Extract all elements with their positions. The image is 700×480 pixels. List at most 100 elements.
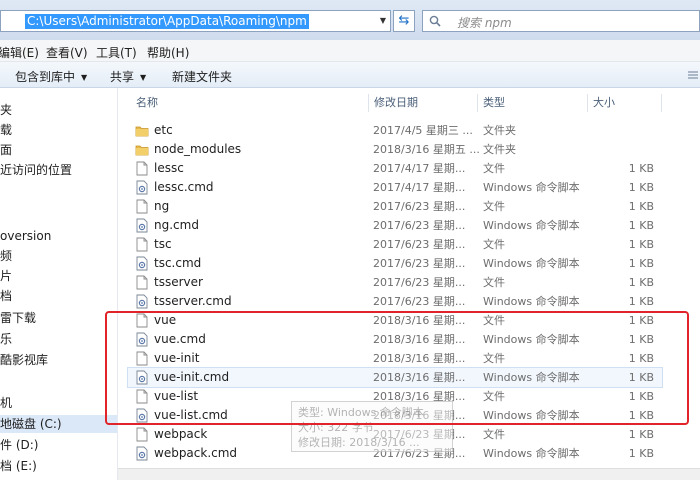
file-type: Windows 命令脚本	[483, 219, 580, 232]
cmd-icon	[135, 294, 149, 309]
file-row[interactable]: tsc.cmd 2017/6/23 星期... Windows 命令脚本 1 KB	[128, 254, 662, 273]
file-icon	[135, 275, 149, 290]
column-header-size[interactable]: 大小	[593, 92, 615, 114]
file-type: 文件	[483, 276, 505, 289]
menu-bar: 编辑(E) 查看(V) 工具(T) 帮助(H)	[0, 40, 700, 62]
nav-item[interactable]: 档	[0, 287, 12, 305]
nav-item[interactable]: 面	[0, 141, 12, 159]
file-size	[598, 142, 654, 157]
file-name: node_modules	[154, 142, 242, 156]
file-size: 1 KB	[628, 200, 654, 213]
refresh-button[interactable]: ⇆	[393, 10, 415, 32]
folder-icon	[135, 123, 149, 138]
column-divider[interactable]	[477, 94, 478, 112]
file-type: 文件	[483, 200, 505, 213]
file-row[interactable]: ng 2017/6/23 星期... 文件 1 KB	[128, 197, 662, 216]
nav-item[interactable]: oversion	[0, 227, 51, 245]
share-button[interactable]: 共享 ▼	[110, 68, 146, 85]
nav-item-drive-e[interactable]: 档 (E:)	[0, 457, 37, 475]
search-placeholder[interactable]: 搜索 npm	[457, 14, 512, 31]
file-name: lessc.cmd	[154, 180, 214, 194]
file-row[interactable]: etc 2017/4/5 星期三 ... 文件夹	[128, 121, 662, 140]
nav-item[interactable]: 载	[0, 121, 12, 139]
cmd-icon	[135, 180, 149, 195]
file-name: webpack	[154, 427, 208, 441]
file-name: ng.cmd	[154, 218, 199, 232]
file-date: 2017/4/17 星期...	[373, 162, 466, 175]
nav-item[interactable]: 片	[0, 267, 12, 285]
file-date: 2017/4/5 星期三 ...	[373, 124, 473, 137]
chevron-down-icon[interactable]: ▼	[376, 11, 390, 31]
tooltip-date: 修改日期: 2018/3/16 ...	[298, 436, 420, 449]
file-type: 文件	[483, 162, 505, 175]
file-name: ng	[154, 199, 170, 213]
address-path[interactable]: C:\Users\Administrator\AppData\Roaming\n…	[25, 14, 309, 29]
nav-item[interactable]: 乐	[0, 330, 12, 348]
file-icon	[135, 161, 149, 176]
cmd-icon	[135, 256, 149, 271]
file-type: Windows 命令脚本	[483, 181, 580, 194]
file-date: 2017/6/23 星期...	[373, 295, 466, 308]
nav-item-drive-c[interactable]: 地磁盘 (C:)	[0, 415, 117, 433]
file-date: 2017/4/17 星期...	[373, 181, 466, 194]
file-name: tsserver	[154, 275, 203, 289]
column-header-name[interactable]: 名称	[136, 92, 158, 114]
file-size: 1 KB	[628, 276, 654, 289]
file-row[interactable]: ng.cmd 2017/6/23 星期... Windows 命令脚本 1 KB	[128, 216, 662, 235]
menu-view[interactable]: 查看(V)	[46, 44, 88, 61]
file-icon	[135, 427, 149, 442]
search-box[interactable]: 搜索 npm	[422, 10, 700, 32]
highlight-box	[105, 311, 689, 425]
chevron-down-icon: ▼	[81, 73, 88, 82]
menu-help[interactable]: 帮助(H)	[147, 44, 189, 61]
file-date: 2017/6/23 星期...	[373, 219, 466, 232]
file-row[interactable]: lessc.cmd 2017/4/17 星期... Windows 命令脚本 1 KB	[128, 178, 662, 197]
horizontal-scrollbar[interactable]	[118, 468, 700, 480]
file-row[interactable]: tsc 2017/6/23 星期... 文件 1 KB	[128, 235, 662, 254]
navigation-pane[interactable]: 夹 载 面 近访问的位置 oversion 频 片 档 雷下载 乐 酷影视库 机…	[0, 88, 118, 480]
file-date: 2017/6/23 星期...	[373, 276, 466, 289]
file-name: lessc	[154, 161, 184, 175]
cmd-icon	[135, 446, 149, 461]
nav-item[interactable]: 近访问的位置	[0, 161, 72, 179]
column-divider[interactable]	[587, 94, 588, 112]
file-row[interactable]: node_modules 2018/3/16 星期五 ... 文件夹	[128, 140, 662, 159]
file-size: 1 KB	[628, 238, 654, 251]
column-divider[interactable]	[368, 94, 369, 112]
file-size	[598, 123, 654, 138]
nav-item[interactable]: 酷影视库	[0, 351, 48, 369]
include-in-library-button[interactable]: 包含到库中 ▼	[15, 68, 87, 85]
menu-edit[interactable]: 编辑(E)	[0, 44, 39, 61]
file-size: 1 KB	[628, 428, 654, 441]
new-folder-button[interactable]: 新建文件夹	[172, 68, 232, 85]
nav-item[interactable]: 频	[0, 247, 12, 265]
view-options-icon[interactable]	[688, 70, 698, 80]
file-name: tsc	[154, 237, 172, 251]
column-divider[interactable]	[661, 94, 662, 112]
refresh-icon: ⇆	[398, 13, 410, 28]
nav-item[interactable]: 雷下载	[0, 309, 36, 327]
column-header-date[interactable]: 修改日期	[374, 92, 418, 114]
column-header-type[interactable]: 类型	[483, 92, 505, 114]
file-row[interactable]: tsserver 2017/6/23 星期... 文件 1 KB	[128, 273, 662, 292]
search-icon	[429, 15, 441, 27]
share-label: 共享	[110, 70, 135, 84]
file-icon	[135, 237, 149, 252]
file-date: 2017/6/23 星期...	[373, 238, 466, 251]
address-bar[interactable]: C:\Users\Administrator\AppData\Roaming\n…	[0, 10, 391, 32]
nav-item[interactable]: 夹	[0, 101, 12, 119]
menu-tools[interactable]: 工具(T)	[96, 44, 137, 61]
file-row[interactable]: tsserver.cmd 2017/6/23 星期... Windows 命令脚本 1…	[128, 292, 662, 311]
file-type: Windows 命令脚本	[483, 295, 580, 308]
nav-item[interactable]: 机	[0, 394, 12, 412]
nav-item-drive-d[interactable]: 件 (D:)	[0, 436, 38, 454]
file-date: 2018/3/16 星期五 ...	[373, 143, 480, 156]
file-type: 文件	[483, 238, 505, 251]
include-in-library-label: 包含到库中	[15, 70, 76, 84]
folder-icon	[135, 142, 149, 157]
file-name: etc	[154, 123, 173, 137]
file-size: 1 KB	[628, 219, 654, 232]
file-row[interactable]: lessc 2017/4/17 星期... 文件 1 KB	[128, 159, 662, 178]
file-type: Windows 命令脚本	[483, 447, 580, 460]
file-name: webpack.cmd	[154, 446, 238, 460]
